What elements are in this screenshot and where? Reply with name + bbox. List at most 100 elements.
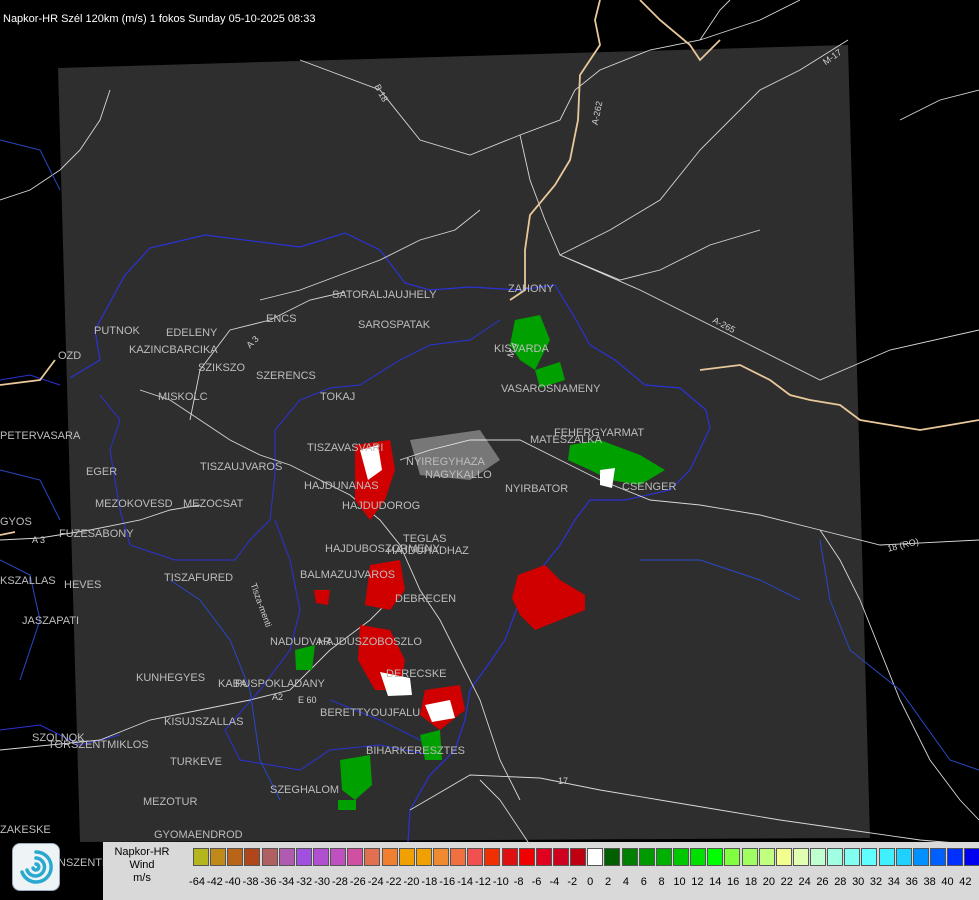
legend-swatch <box>810 848 827 866</box>
city-label: PUSPOKLADANY <box>235 678 325 690</box>
road-label: E 60 <box>298 695 317 705</box>
city-label: KUNHEGYES <box>136 672 206 684</box>
legend-swatch <box>415 848 432 866</box>
swirl-icon <box>20 850 53 884</box>
road-label: A2 <box>272 692 284 702</box>
map-title: Napkor-HR Szél 120km (m/s) 1 fokos Sunda… <box>3 13 316 25</box>
city-label: JASZAPATI <box>22 615 80 627</box>
city-label: ZAHONY <box>508 283 554 295</box>
city-label: PETERVASARA <box>0 430 81 442</box>
city-label: HAJDUDOROG <box>342 500 421 512</box>
legend-swatch <box>861 848 878 866</box>
legend-swatch <box>312 848 329 866</box>
city-label: KSZALLAS <box>0 575 56 587</box>
legend-swatch <box>792 848 809 866</box>
city-label: SATORALJAUJHELY <box>332 289 437 301</box>
city-label: FUZESABONY <box>59 528 134 540</box>
city-label: SZERENCS <box>256 370 316 382</box>
legend-swatch <box>604 848 621 866</box>
city-label: GYOS <box>0 516 32 528</box>
legend-swatch <box>278 848 295 866</box>
legend-swatch <box>227 848 244 866</box>
legend-swatch <box>775 848 792 866</box>
city-label: HAJDUHADHAZ <box>387 545 469 557</box>
city-label: TORSZENTMIKLOS <box>48 739 149 751</box>
legend-swatch <box>724 848 741 866</box>
city-label: MEZOTUR <box>143 796 198 808</box>
legend-swatch <box>638 848 655 866</box>
city-label: BERETTYOUJFALU <box>320 707 421 719</box>
legend-swatch <box>570 848 587 866</box>
city-label: SAROSPATAK <box>358 319 431 331</box>
legend-swatch <box>364 848 381 866</box>
city-label: KAZINCBARCIKA <box>129 344 218 356</box>
legend-swatch <box>621 848 638 866</box>
city-label: TURKEVE <box>170 756 222 768</box>
legend-title-line1: Napkor-HR <box>114 846 170 858</box>
legend-swatch <box>467 848 484 866</box>
legend-swatch <box>912 848 929 866</box>
legend-swatch <box>295 848 312 866</box>
city-label: HAJDUSZOBOSZLO <box>318 636 422 648</box>
legend-swatch <box>741 848 758 866</box>
legend-swatch <box>844 848 861 866</box>
city-label: ZAKESKE <box>0 824 51 836</box>
city-label: MISKOLC <box>158 391 208 403</box>
legend-swatch <box>398 848 415 866</box>
legend-swatch <box>690 848 707 866</box>
radar-map <box>0 0 979 881</box>
legend-swatch <box>878 848 895 866</box>
legend-swatch <box>707 848 724 866</box>
city-label: TISZAUJVAROS <box>200 461 283 473</box>
legend-swatch <box>930 848 947 866</box>
city-label: TISZAVASVARI <box>307 442 384 454</box>
city-label: HAJDUNANAS <box>304 480 379 492</box>
city-label: OZD <box>58 350 82 362</box>
color-legend: Napkor-HR Wind m/s -64 -42 -40 -38 -36 -34 -32… <box>103 842 979 900</box>
legend-swatch <box>895 848 912 866</box>
road-label: A 3 <box>32 535 46 545</box>
legend-swatch <box>210 848 227 866</box>
legend-swatch <box>518 848 535 866</box>
legend-swatch <box>450 848 467 866</box>
city-label: PUTNOK <box>94 325 140 337</box>
city-label: KISUJSZALLAS <box>164 716 244 728</box>
city-label: NAGYKALLO <box>425 469 492 481</box>
legend-swatch <box>672 848 689 866</box>
legend-swatch <box>655 848 672 866</box>
legend-title: Napkor-HR Wind m/s <box>103 846 181 885</box>
legend-swatch <box>827 848 844 866</box>
city-label: TOKAJ <box>320 391 356 403</box>
city-label: EDELENY <box>166 327 218 339</box>
legend-swatch <box>432 848 449 866</box>
city-label: NYIRBATOR <box>505 483 569 495</box>
legend-swatch <box>552 848 569 866</box>
legend-title-line3: m/s <box>133 872 151 884</box>
legend-swatch <box>381 848 398 866</box>
city-label: BIHARKERESZTES <box>366 745 466 757</box>
legend-swatches <box>193 848 979 868</box>
city-label: NYIREGYHAZA <box>406 456 485 468</box>
legend-swatch <box>535 848 552 866</box>
legend-title-line2: Wind <box>129 859 155 871</box>
city-label: ENCS <box>266 313 297 325</box>
city-label: EGER <box>86 466 118 478</box>
city-label: MATESZALKA <box>530 434 602 446</box>
city-label: MEZOCSAT <box>183 498 244 510</box>
legend-swatch <box>758 848 775 866</box>
city-label: DERECSKE <box>386 668 447 680</box>
city-label: HEVES <box>64 579 102 591</box>
legend-swatch <box>484 848 501 866</box>
legend-swatch <box>330 848 347 866</box>
city-label: TISZAFURED <box>164 572 234 584</box>
legend-swatch <box>964 848 979 866</box>
city-label: MEZOKOVESD <box>95 498 173 510</box>
legend-tick-label: 42 <box>959 876 972 888</box>
city-label: VASAROSNAMENY <box>501 383 601 395</box>
legend-swatch <box>587 848 604 866</box>
legend-swatch <box>244 848 261 866</box>
legend-swatch <box>347 848 364 866</box>
city-label: CSENGER <box>622 481 677 493</box>
city-label: KISVARDA <box>494 343 549 355</box>
city-label: BALMAZUJVAROS <box>300 569 396 581</box>
